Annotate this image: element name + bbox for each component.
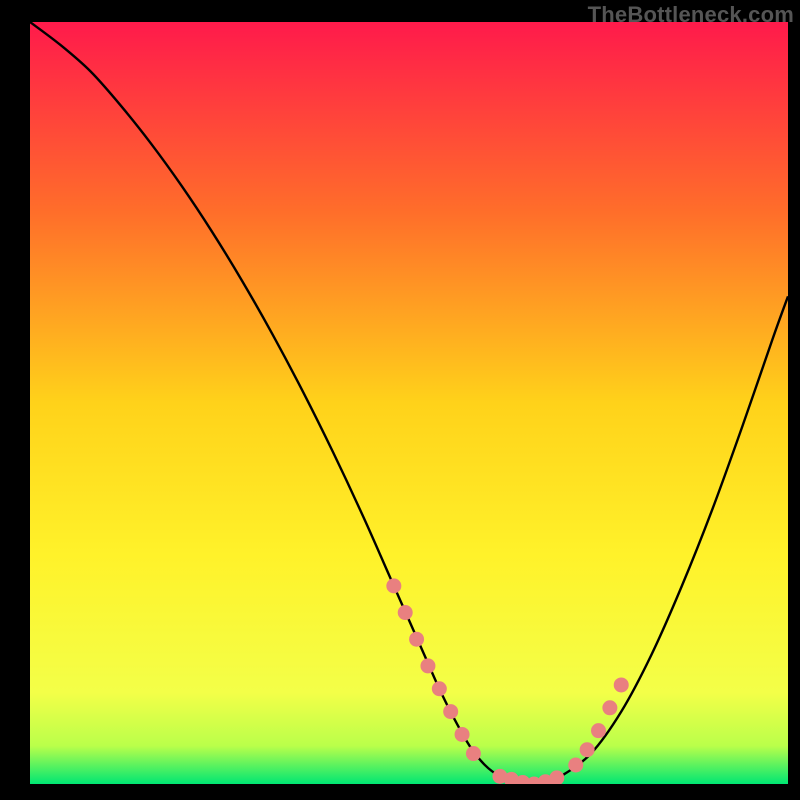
highlight-dot — [455, 727, 470, 742]
bottleneck-chart — [0, 0, 800, 800]
highlight-dot — [443, 704, 458, 719]
highlight-dot — [602, 700, 617, 715]
highlight-dot — [409, 632, 424, 647]
highlight-dot — [591, 723, 606, 738]
highlight-dot — [386, 578, 401, 593]
chart-container: TheBottleneck.com — [0, 0, 800, 800]
highlight-dot — [580, 742, 595, 757]
highlight-dot — [420, 658, 435, 673]
highlight-dot — [466, 746, 481, 761]
watermark-text: TheBottleneck.com — [588, 2, 794, 28]
highlight-dot — [614, 677, 629, 692]
highlight-dot — [549, 770, 564, 785]
highlight-dot — [568, 757, 583, 772]
highlight-dot — [432, 681, 447, 696]
chart-background — [30, 22, 788, 784]
highlight-dot — [398, 605, 413, 620]
